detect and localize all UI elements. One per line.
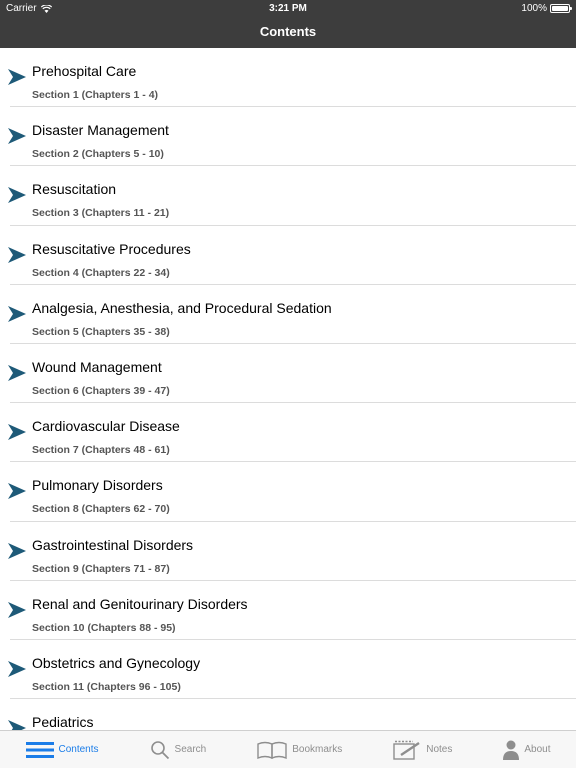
tab-notes[interactable]: Notes [393,740,452,760]
status-time: 3:21 PM [269,3,307,14]
section-subtitle: Section 5 (Chapters 35 - 38) [32,325,170,338]
list-item[interactable]: Renal and Genitourinary Disorders Sectio… [0,581,576,640]
chevron-right-icon [8,69,26,85]
section-title: Gastrointestinal Disorders [32,536,194,553]
section-title: Prehospital Care [32,63,137,79]
chevron-right-icon [8,364,26,381]
chevron-right-icon [8,483,26,500]
search-icon [150,740,169,759]
battery-status: 100% [521,3,572,14]
tab-label: About [524,744,551,755]
section-subtitle: Section 1 (Chapters 1 - 4) [32,89,159,101]
list-item[interactable]: Analgesia, Anesthesia, and Procedural Se… [0,285,576,344]
list-item[interactable]: Wound Management Section 6 (Chapters 39 … [0,344,576,404]
section-subtitle: Section 8 (Chapters 62 - 70) [32,503,170,516]
section-title: Pulmonary Disorders [32,477,163,494]
battery-percent: 100% [521,3,547,14]
chevron-right-icon [8,601,26,618]
chevron-right-icon [8,128,26,145]
tab-search[interactable]: Search [150,740,207,760]
chevron-right-icon [8,720,26,730]
tab-label: Bookmarks [292,744,343,755]
person-icon [503,740,520,760]
page-title: Contents [259,24,317,39]
section-subtitle: Section 2 (Chapters 5 - 10) [32,148,164,161]
section-title: Obstetrics and Gynecology [32,654,201,671]
tab-bookmarks[interactable]: Bookmarks [257,741,342,759]
section-subtitle: Section 4 (Chapters 22 - 34) [32,266,170,279]
list-item[interactable]: Resuscitative Procedures Section 4 (Chap… [0,226,576,285]
list-item[interactable]: Pediatrics [0,699,576,730]
status-bar: Carrier 3:21 PM 100% [0,0,576,18]
section-title: Resuscitation [32,181,117,198]
list-item[interactable]: Cardiovascular Disease Section 7 (Chapte… [0,403,576,463]
list-item[interactable]: Gastrointestinal Disorders Section 9 (Ch… [0,522,576,581]
section-subtitle: Section 9 (Chapters 71 - 87) [32,562,170,575]
chevron-right-icon [8,660,26,677]
tab-bar: Contents Search Bookmarks Notes About [0,730,576,768]
list-item[interactable]: Disaster Management Section 2 (Chapters … [0,107,576,167]
section-subtitle: Section 6 (Chapters 39 - 47) [32,384,170,397]
section-title: Wound Management [32,358,162,375]
chevron-right-icon [8,305,26,322]
list-item[interactable]: Pulmonary Disorders Section 8 (Chapters … [0,462,576,522]
section-title: Analgesia, Anesthesia, and Procedural Se… [32,299,332,316]
book-icon [257,741,287,759]
tab-label: Search [174,744,207,755]
section-title: Disaster Management [32,122,169,139]
notes-icon [393,740,420,760]
tab-contents[interactable]: Contents [25,741,99,759]
section-subtitle: Section 10 (Chapters 88 - 95) [32,621,176,634]
chevron-right-icon [8,424,26,441]
nav-bar: Contents [0,18,576,48]
section-title: Cardiovascular Disease [32,418,180,435]
chevron-right-icon [8,246,26,263]
section-title: Resuscitative Procedures [32,240,191,257]
list-item[interactable]: Obstetrics and Gynecology Section 11 (Ch… [0,640,576,700]
chevron-right-icon [8,187,26,204]
chevron-right-icon [8,542,26,559]
battery-icon [550,4,572,13]
section-subtitle: Section 7 (Chapters 48 - 61) [32,444,170,457]
section-subtitle: Section 11 (Chapters 96 - 105) [32,680,181,693]
list-icon [25,741,54,758]
tab-label: Notes [426,744,453,755]
section-title: Pediatrics [32,714,94,730]
section-title: Renal and Genitourinary Disorders [32,595,248,612]
contents-list[interactable]: Prehospital Care Section 1 (Chapters 1 -… [0,48,576,730]
tab-about[interactable]: About [503,740,551,760]
list-item[interactable]: Resuscitation Section 3 (Chapters 11 - 2… [0,166,576,226]
section-subtitle: Section 3 (Chapters 11 - 21) [32,207,170,220]
list-item[interactable]: Prehospital Care Section 1 (Chapters 1 -… [0,48,576,108]
tab-label: Contents [58,744,99,755]
